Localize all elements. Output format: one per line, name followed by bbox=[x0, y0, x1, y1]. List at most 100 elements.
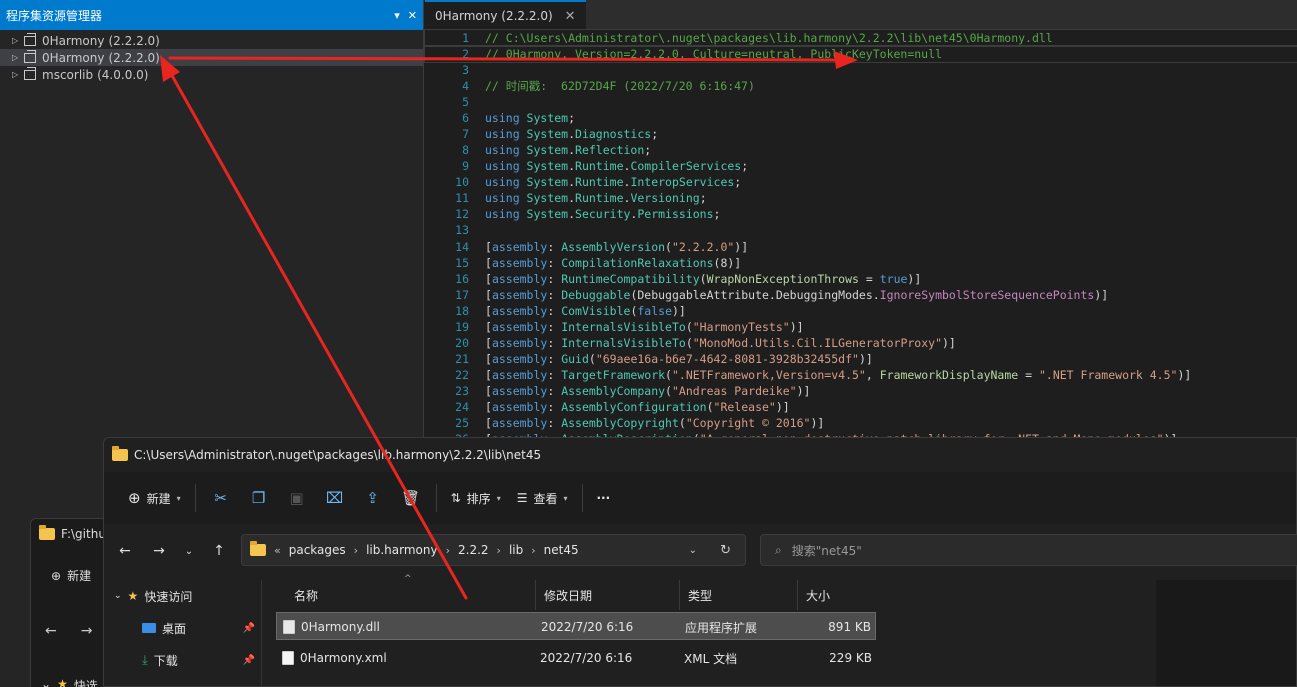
code-line[interactable]: 12 using System. Security. Permissions; bbox=[425, 206, 1297, 222]
code-line[interactable]: 18 [assembly: ComVisible(false)] bbox=[425, 303, 1297, 319]
code-line[interactable]: 16 [assembly: RuntimeCompatibility(WrapNo… bbox=[425, 271, 1297, 287]
recent-chevron-icon[interactable]: ⌄ bbox=[176, 546, 202, 557]
share-icon[interactable]: ⇪ bbox=[362, 487, 384, 509]
code-line[interactable]: 19 [assembly: InternalsVisibleTo("Harmony… bbox=[425, 319, 1297, 335]
file-explorer-window[interactable]: C:\Users\Administrator\.nuget\packages\l… bbox=[103, 437, 1297, 687]
background-quick-access[interactable]: ⌄ ★ 快选 bbox=[41, 677, 98, 687]
code-line[interactable]: 23 [assembly: AssemblyCompany("Andreas Pa… bbox=[425, 383, 1297, 399]
address-dropdown-icon[interactable]: ⌄ bbox=[689, 545, 697, 556]
pin-icon[interactable]: 📌 bbox=[243, 655, 255, 666]
tab-close-icon[interactable]: ✕ bbox=[565, 9, 576, 24]
panel-dropdown-icon[interactable]: ▾ bbox=[394, 9, 400, 22]
code-line[interactable]: 6 using System; bbox=[425, 110, 1297, 126]
code-token: "2.2.2.0" bbox=[671, 240, 735, 254]
breadcrumb-item[interactable]: packages bbox=[289, 543, 346, 557]
code-line[interactable]: 11 using System. Runtime. Versioning; bbox=[425, 190, 1297, 206]
tree-item-assembly-selected[interactable]: ▷ 0Harmony (2.2.2.0) bbox=[0, 49, 423, 66]
line-number: 5 bbox=[462, 95, 469, 109]
code-token: (DebuggableAttribute.DebuggingModes. bbox=[630, 288, 880, 302]
breadcrumb-item[interactable]: 2.2.2 bbox=[458, 543, 489, 557]
back-arrow-icon[interactable]: ← bbox=[45, 623, 57, 639]
back-arrow-icon[interactable]: ← bbox=[108, 543, 142, 559]
assembly-version: (4.0.0.0) bbox=[97, 67, 149, 82]
code-line[interactable]: 20 [assembly: InternalsVisibleTo("MonoMod… bbox=[425, 335, 1297, 351]
paste-icon[interactable]: ▣ bbox=[286, 487, 308, 509]
code-token: using bbox=[485, 159, 527, 173]
file-row[interactable]: 0Harmony.xml 2022/7/20 6:16 XML 文档 229 K… bbox=[276, 644, 876, 672]
code-line[interactable]: 24 [assembly: AssemblyConfiguration("Rele… bbox=[425, 399, 1297, 415]
code-token: true bbox=[879, 272, 908, 286]
code-line[interactable]: 10 using System. Runtime. InteropServices; bbox=[425, 174, 1297, 190]
breadcrumb-item[interactable]: lib.harmony bbox=[366, 543, 438, 557]
star-icon: ★ bbox=[127, 589, 139, 603]
background-new-button[interactable]: ⊕ 新建 bbox=[51, 567, 91, 584]
file-explorer-title: C:\Users\Administrator\.nuget\packages\l… bbox=[134, 448, 542, 462]
rename-icon[interactable]: ⌧ bbox=[324, 487, 346, 509]
column-header-name[interactable]: 名称 bbox=[286, 580, 536, 610]
view-button[interactable]: ☰ 查看 ▾ bbox=[509, 482, 576, 514]
forward-arrow-icon[interactable]: → bbox=[81, 623, 93, 639]
editor-tab[interactable]: 0Harmony (2.2.2.0) ✕ bbox=[425, 0, 586, 30]
code-line[interactable]: 17 [assembly: Debuggable (DebuggableAttrib… bbox=[425, 287, 1297, 303]
new-button[interactable]: ⊕ 新建 ▾ bbox=[120, 482, 189, 514]
breadcrumb-separator-icon[interactable]: › bbox=[531, 544, 535, 557]
more-options-button[interactable]: ··· bbox=[589, 482, 619, 514]
tree-item-assembly[interactable]: ▷ mscorlib (4.0.0.0) bbox=[0, 66, 423, 83]
expand-arrow-icon[interactable]: ▷ bbox=[12, 53, 22, 62]
expand-arrow-icon[interactable]: ▷ bbox=[12, 36, 22, 45]
sort-button[interactable]: ⇅ 排序 ▾ bbox=[443, 482, 509, 514]
code-line[interactable]: 9 using System. Runtime. CompilerServices; bbox=[425, 158, 1297, 174]
code-line[interactable]: 14 [assembly: AssemblyVersion("2.2.2.0")] bbox=[425, 239, 1297, 255]
code-line[interactable]: 5 bbox=[425, 94, 1297, 110]
nav-item-downloads[interactable]: ⤓ 下载 📌 bbox=[104, 644, 261, 676]
nav-item-quick-access[interactable]: ⌄ ★ 快速访问 bbox=[104, 580, 261, 612]
line-number: 8 bbox=[462, 143, 469, 157]
refresh-icon[interactable]: ↻ bbox=[720, 543, 731, 558]
code-line[interactable]: 21 [assembly: Guid("69aee16a-b6e7-4642-80… bbox=[425, 351, 1297, 367]
expand-arrow-icon[interactable]: ▷ bbox=[12, 70, 22, 79]
address-bar[interactable]: « packages › lib.harmony › 2.2.2 › lib ›… bbox=[241, 534, 746, 566]
column-header-size[interactable]: 大小 bbox=[797, 580, 876, 610]
column-header-type[interactable]: 类型 bbox=[679, 580, 797, 610]
breadcrumb-item[interactable]: net45 bbox=[544, 543, 579, 557]
forward-arrow-icon[interactable]: → bbox=[142, 543, 176, 559]
code-token: [ bbox=[485, 400, 492, 414]
up-arrow-icon[interactable]: ↑ bbox=[202, 543, 236, 559]
code-line[interactable]: 25 [assembly: AssemblyCopyright("Copyrigh… bbox=[425, 415, 1297, 431]
pin-icon[interactable]: 📌 bbox=[243, 623, 255, 634]
code-line[interactable]: 22 [assembly: TargetFramework(".NETFramew… bbox=[425, 367, 1297, 383]
breadcrumb-overflow[interactable]: « bbox=[274, 544, 281, 557]
file-name-cell: 0Harmony.xml bbox=[282, 644, 387, 672]
breadcrumb-separator-icon[interactable]: › bbox=[354, 544, 358, 557]
code-token: Debuggable bbox=[561, 288, 631, 302]
code-line[interactable]: 2 // 0Harmony, Version=2.2.2.0, Culture=n… bbox=[424, 45, 1297, 63]
delete-icon[interactable]: 🗑 bbox=[400, 487, 422, 509]
panel-close-icon[interactable]: ✕ bbox=[408, 9, 417, 22]
chevron-down-icon: ▾ bbox=[496, 493, 501, 503]
code-token: )] bbox=[1094, 288, 1109, 302]
code-token: ( bbox=[706, 400, 714, 414]
search-box[interactable]: ⌕ 搜索"net45" bbox=[760, 534, 1297, 566]
code-token: . bbox=[623, 191, 631, 205]
breadcrumb-item[interactable]: lib bbox=[509, 543, 523, 557]
plus-circle-icon: ⊕ bbox=[128, 489, 141, 507]
code-line[interactable]: 15 [assembly: CompilationRelaxations (8)] bbox=[425, 255, 1297, 271]
background-nav-buttons: ← → bbox=[45, 623, 92, 639]
code-line[interactable]: 7 using System. Diagnostics; bbox=[425, 126, 1297, 142]
tree-item-assembly[interactable]: ▷ 0Harmony (2.2.2.0) bbox=[0, 32, 423, 49]
code-line[interactable]: 3 bbox=[425, 62, 1297, 78]
code-line[interactable]: 13 bbox=[425, 222, 1297, 238]
copy-icon[interactable]: ❐ bbox=[248, 487, 270, 509]
line-number: 22 bbox=[455, 368, 469, 382]
file-row-selected[interactable]: 0Harmony.dll 2022/7/20 6:16 应用程序扩展 891 K… bbox=[276, 612, 876, 640]
nav-item-desktop[interactable]: 桌面 📌 bbox=[104, 612, 261, 644]
breadcrumb-separator-icon[interactable]: › bbox=[497, 544, 501, 557]
code-token: assembly bbox=[491, 400, 548, 414]
breadcrumb-separator-icon[interactable]: › bbox=[446, 544, 450, 557]
code-line[interactable]: 1 // C:\Users\Administrator\.nuget\packag… bbox=[424, 29, 1297, 47]
code-token: using bbox=[485, 143, 527, 157]
column-header-modified[interactable]: 修改日期 bbox=[535, 580, 679, 610]
code-line[interactable]: 4 // 时间戳: 62D72D4F (2022/7/20 6:16:47) bbox=[425, 78, 1297, 94]
code-line[interactable]: 8 using System. Reflection; bbox=[425, 142, 1297, 158]
cut-icon[interactable]: ✂ bbox=[210, 487, 232, 509]
